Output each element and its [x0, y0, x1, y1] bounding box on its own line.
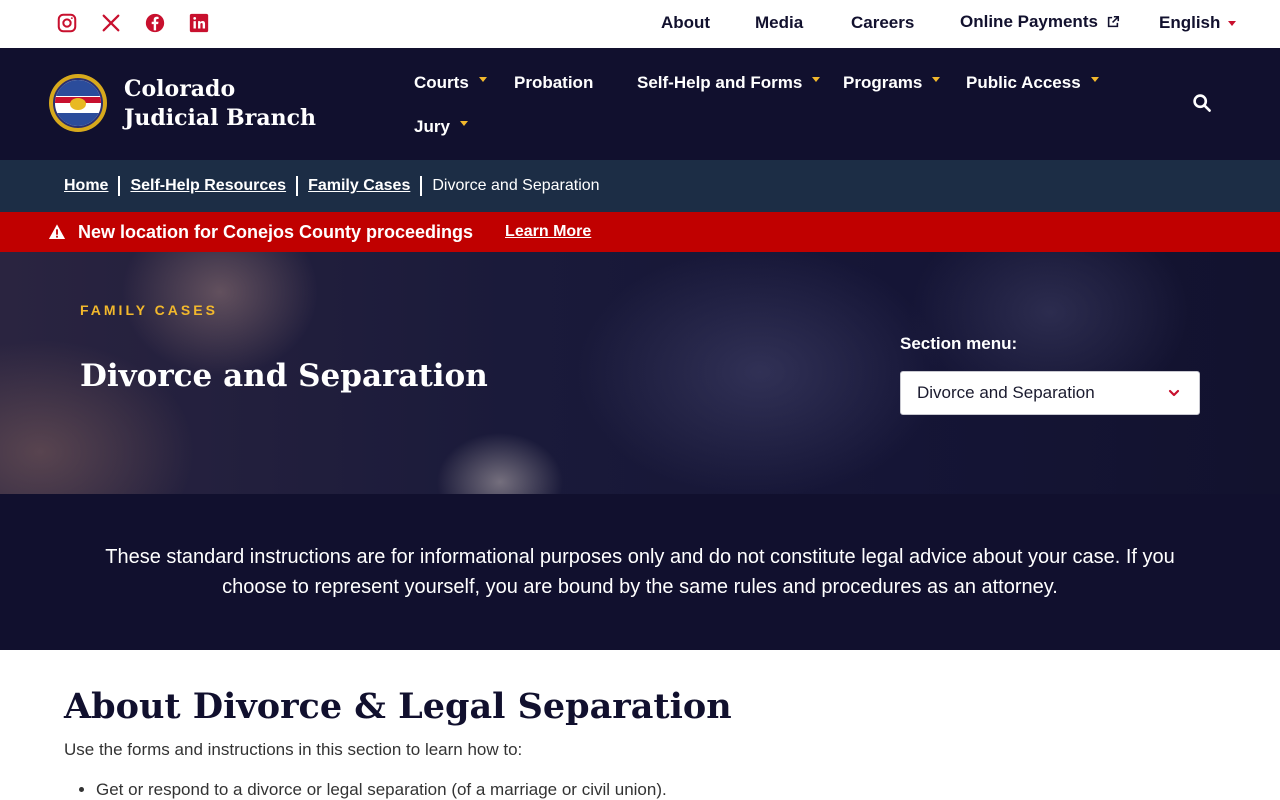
nav-public-access-label: Public Access — [966, 73, 1081, 92]
online-payments-label: Online Payments — [960, 12, 1098, 31]
media-link[interactable]: Media — [755, 13, 803, 33]
online-payments-link[interactable]: Online Payments — [960, 12, 1120, 32]
nav-public-access[interactable]: Public Access — [966, 73, 1099, 93]
nav-self-help-label: Self-Help and Forms — [637, 73, 803, 92]
x-icon[interactable] — [100, 12, 122, 34]
careers-link[interactable]: Careers — [851, 13, 914, 33]
language-selector[interactable]: English — [1159, 13, 1237, 33]
nav-self-help[interactable]: Self-Help and Forms — [637, 73, 821, 93]
nav-jury-label: Jury — [414, 117, 450, 136]
caret-down-icon — [459, 120, 468, 126]
facebook-icon[interactable] — [144, 12, 166, 34]
about-link-label: About — [661, 13, 711, 32]
breadcrumb-self-help[interactable]: Self-Help Resources — [130, 177, 286, 195]
chevron-down-icon — [1167, 386, 1181, 400]
section-menu-label: Section menu: — [900, 334, 1018, 353]
breadcrumb-home[interactable]: Home — [64, 177, 108, 195]
instagram-icon[interactable] — [56, 12, 78, 34]
alert-text: New location for Conejos County proceedi… — [78, 221, 474, 242]
section-heading: About Divorce & Legal Separation — [64, 686, 732, 727]
disclaimer-section: These standard instructions are for info… — [0, 494, 1280, 650]
task-list: Get or respond to a divorce or legal sep… — [96, 780, 667, 800]
social-links — [56, 12, 210, 34]
disclaimer-text: These standard instructions are for info… — [105, 546, 1175, 598]
linkedin-icon[interactable] — [188, 12, 210, 34]
list-item: Get or respond to a divorce or legal sep… — [96, 780, 667, 800]
breadcrumb-family-cases[interactable]: Family Cases — [308, 177, 410, 195]
nav-probation-label: Probation — [514, 73, 594, 92]
about-link[interactable]: About — [661, 13, 710, 33]
main-nav: Colorado Judicial Branch Courts Probatio… — [0, 48, 1280, 160]
breadcrumb-separator — [118, 176, 121, 196]
search-icon — [1193, 94, 1211, 112]
nav-courts-label: Courts — [414, 73, 469, 92]
warning-icon — [48, 223, 66, 241]
search-button[interactable] — [1192, 93, 1216, 117]
caret-down-icon — [1090, 76, 1099, 82]
alert-banner: New location for Conejos County proceedi… — [0, 212, 1280, 252]
breadcrumb-current: Divorce and Separation — [432, 177, 600, 194]
nav-programs-label: Programs — [843, 73, 923, 92]
section-menu-value: Divorce and Separation — [917, 383, 1095, 402]
breadcrumb-separator — [420, 176, 423, 196]
learn-more-link[interactable]: Learn More — [505, 223, 591, 241]
site-title[interactable]: Colorado Judicial Branch — [124, 75, 334, 133]
caret-down-icon — [478, 76, 487, 82]
breadcrumb: Home Self-Help Resources Family Cases Di… — [0, 160, 1280, 212]
hero-banner: FAMILY CASES Divorce and Separation Sect… — [0, 252, 1280, 494]
colorado-courts-seal-logo[interactable] — [49, 74, 107, 132]
page-title: Divorce and Separation — [80, 358, 488, 394]
external-link-icon — [1106, 15, 1120, 29]
breadcrumb-separator — [296, 176, 299, 196]
caret-down-icon — [812, 76, 821, 82]
main-content: About Divorce & Legal Separation Use the… — [0, 650, 1280, 800]
nav-probation[interactable]: Probation — [514, 73, 593, 93]
intro-text: Use the forms and instructions in this s… — [64, 740, 523, 759]
language-label: English — [1159, 13, 1221, 32]
media-link-label: Media — [755, 13, 804, 32]
nav-programs[interactable]: Programs — [843, 73, 941, 93]
hero-eyebrow: FAMILY CASES — [80, 302, 218, 318]
nav-jury[interactable]: Jury — [414, 117, 468, 137]
section-menu-select[interactable]: Divorce and Separation — [900, 371, 1200, 415]
caret-down-icon — [932, 76, 941, 82]
careers-link-label: Careers — [851, 13, 915, 32]
utility-bar: About Media Careers Online Payments Engl… — [0, 0, 1280, 48]
caret-down-icon — [1228, 20, 1237, 26]
nav-courts[interactable]: Courts — [414, 73, 487, 93]
